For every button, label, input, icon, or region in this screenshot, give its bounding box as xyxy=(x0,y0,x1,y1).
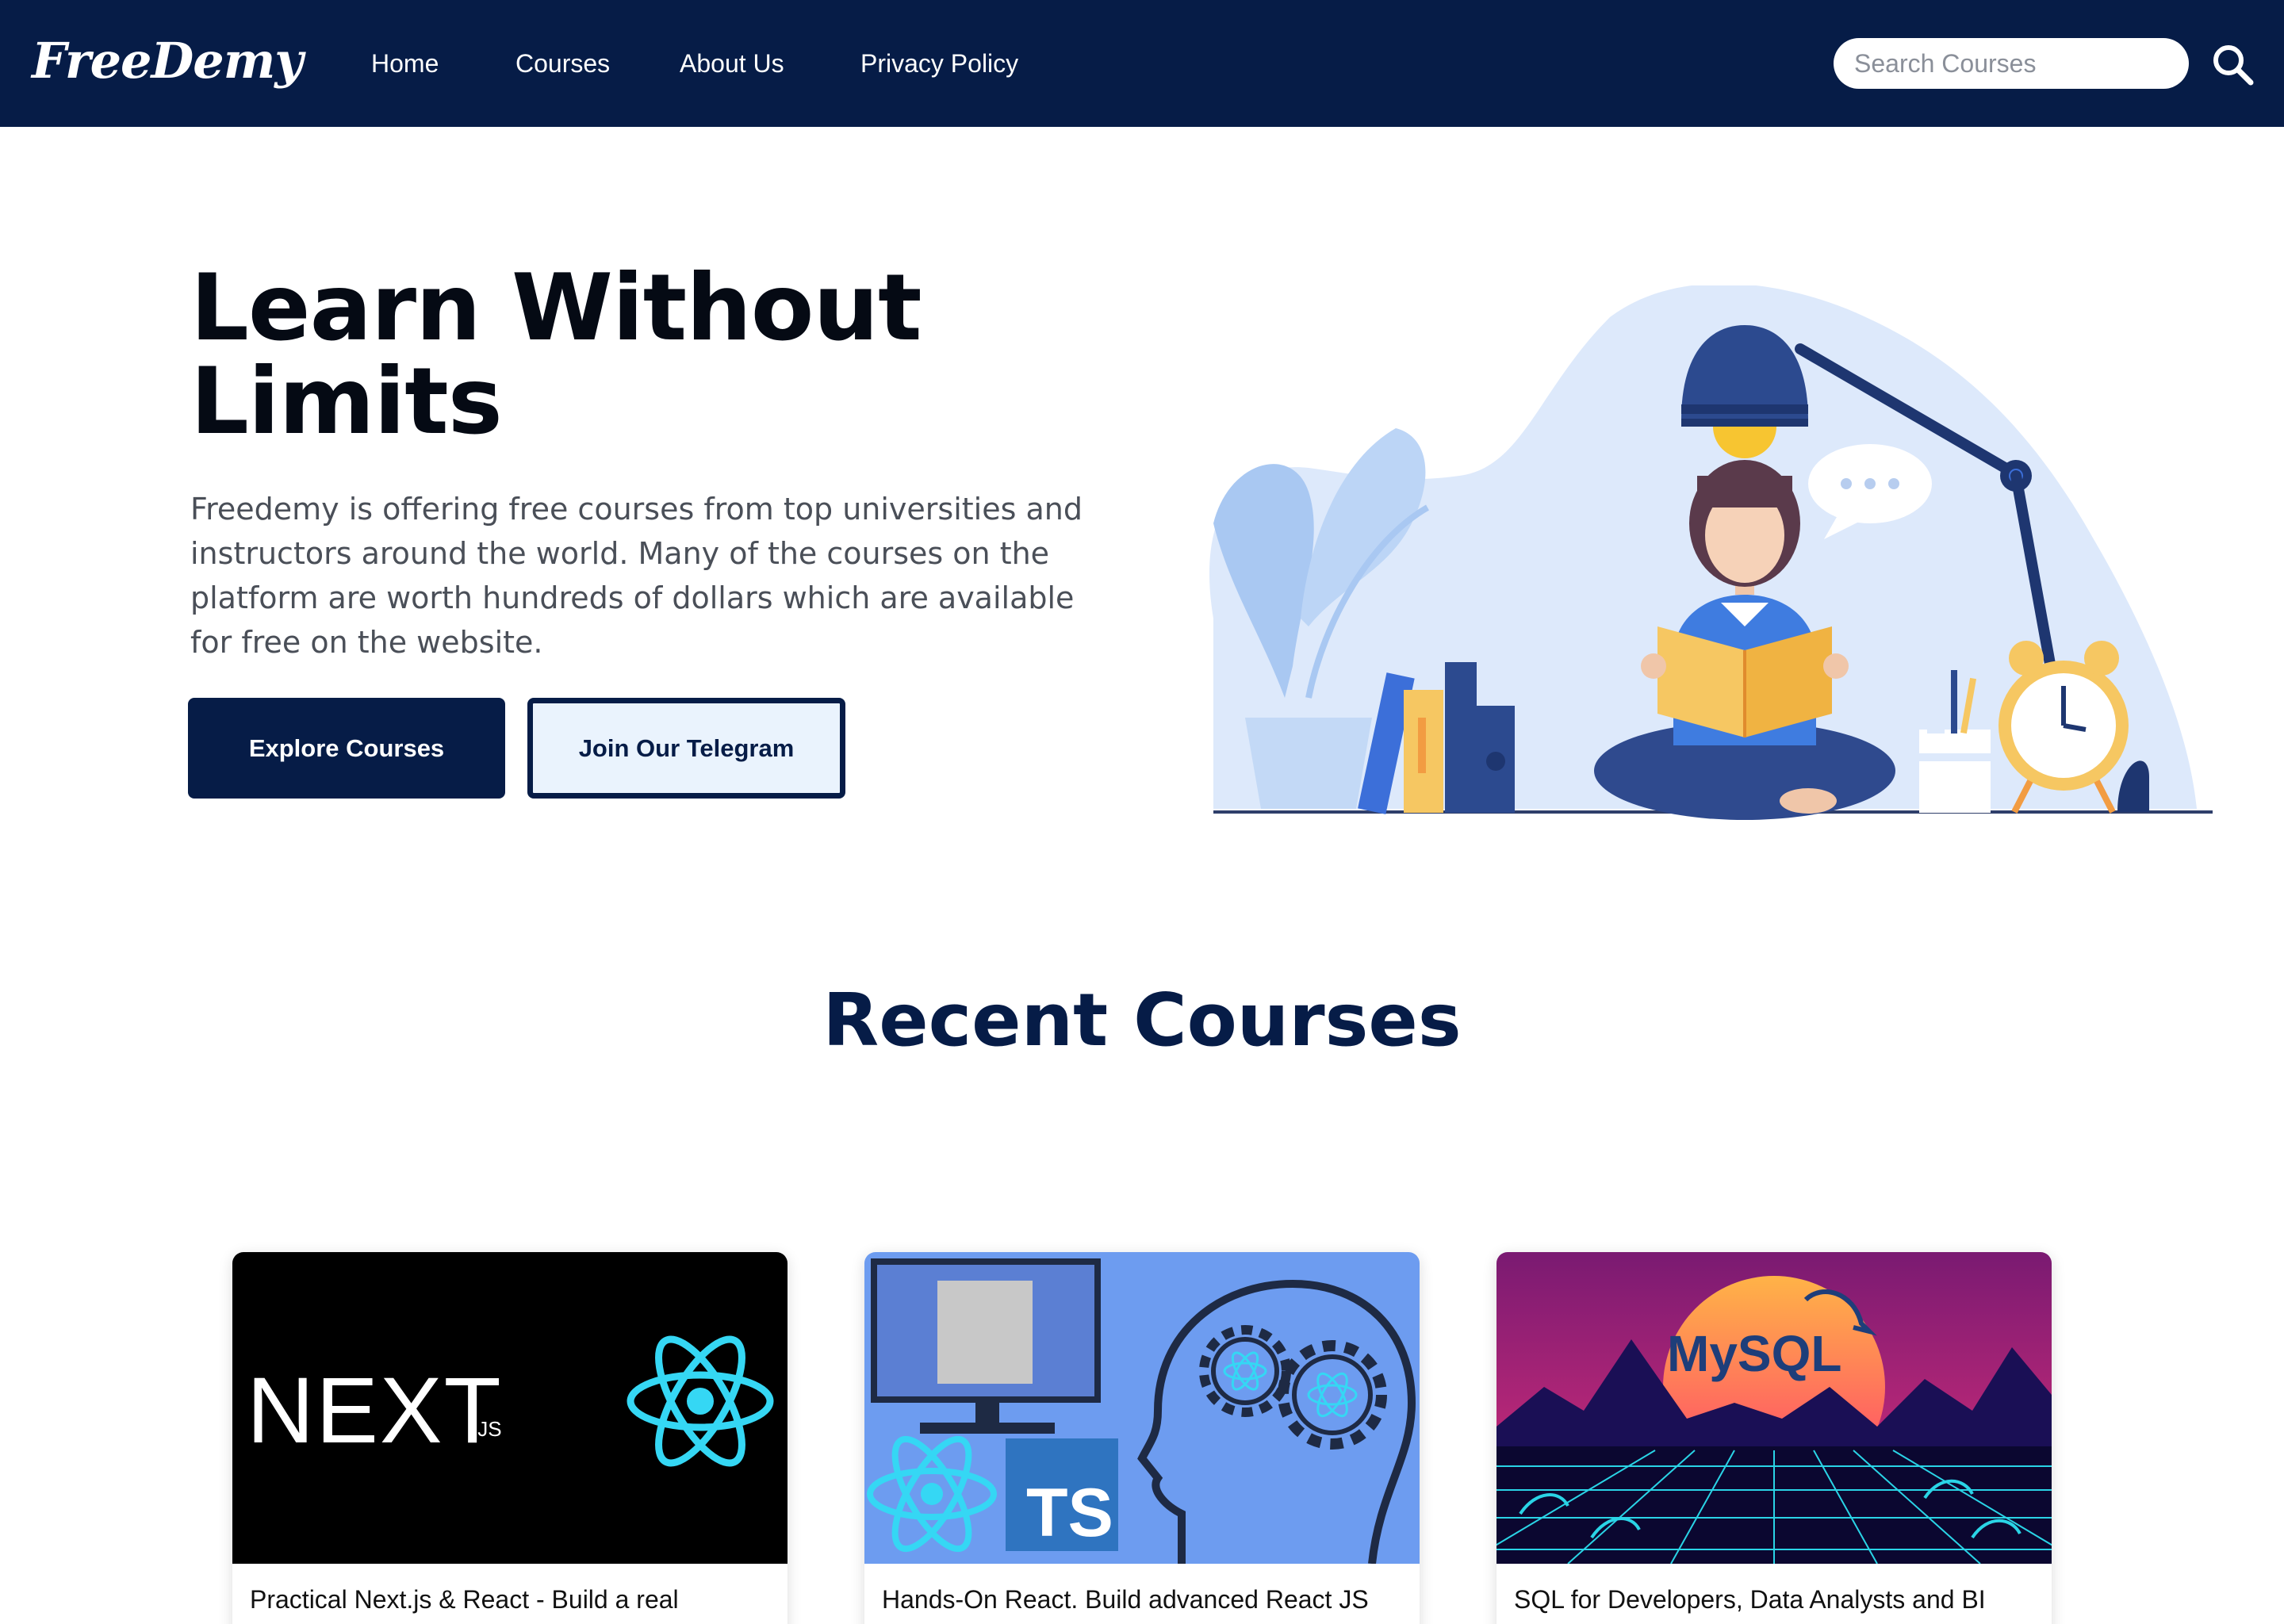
nextjs-logo-sub: .JS xyxy=(472,1417,502,1441)
nextjs-react-thumbnail: NEXT .JS xyxy=(232,1252,788,1564)
hero-title: Learn Without Limits xyxy=(190,255,922,455)
course-card-nextjs[interactable]: NEXT .JS Practical Next.js & React - Bui… xyxy=(232,1252,788,1624)
search-icon[interactable] xyxy=(2209,41,2257,89)
nav-link-about-us[interactable]: About Us xyxy=(680,48,784,79)
join-telegram-button[interactable]: Join Our Telegram xyxy=(527,698,845,799)
search-input[interactable] xyxy=(1834,38,2189,89)
top-navbar: FreeDemy Home Courses About Us Privacy P… xyxy=(0,0,2284,127)
course-title[interactable]: Practical Next.js & React - Build a real xyxy=(250,1584,773,1615)
mysql-logo-text: MySQL xyxy=(1667,1325,1841,1382)
nextjs-logo-text: NEXT xyxy=(247,1358,503,1463)
nav-link-privacy-policy[interactable]: Privacy Policy xyxy=(860,48,1018,79)
course-title[interactable]: Hands-On React. Build advanced React JS xyxy=(882,1584,1405,1615)
freedemy-logo[interactable]: FreeDemy xyxy=(32,32,303,90)
course-card-sql[interactable]: MySQL SQL for Developers, Data Analysts … xyxy=(1496,1252,2052,1624)
recent-courses-title: Recent Courses xyxy=(822,978,1462,1063)
mysql-thumbnail: MySQL xyxy=(1496,1252,2052,1564)
course-card-react[interactable]: TS Hands-On React. Build advanced React … xyxy=(864,1252,1420,1624)
girl-reading-illustration xyxy=(1209,285,2213,820)
nav-link-courses[interactable]: Courses xyxy=(515,48,610,79)
hero-description: Freedemy is offering free courses from t… xyxy=(190,492,1083,660)
explore-courses-button[interactable]: Explore Courses xyxy=(188,698,505,799)
nav-link-home[interactable]: Home xyxy=(371,48,439,79)
react-ts-thumbnail: TS xyxy=(864,1252,1420,1564)
typescript-logo-text: TS xyxy=(1026,1475,1113,1551)
course-title[interactable]: SQL for Developers, Data Analysts and BI xyxy=(1514,1584,2037,1615)
